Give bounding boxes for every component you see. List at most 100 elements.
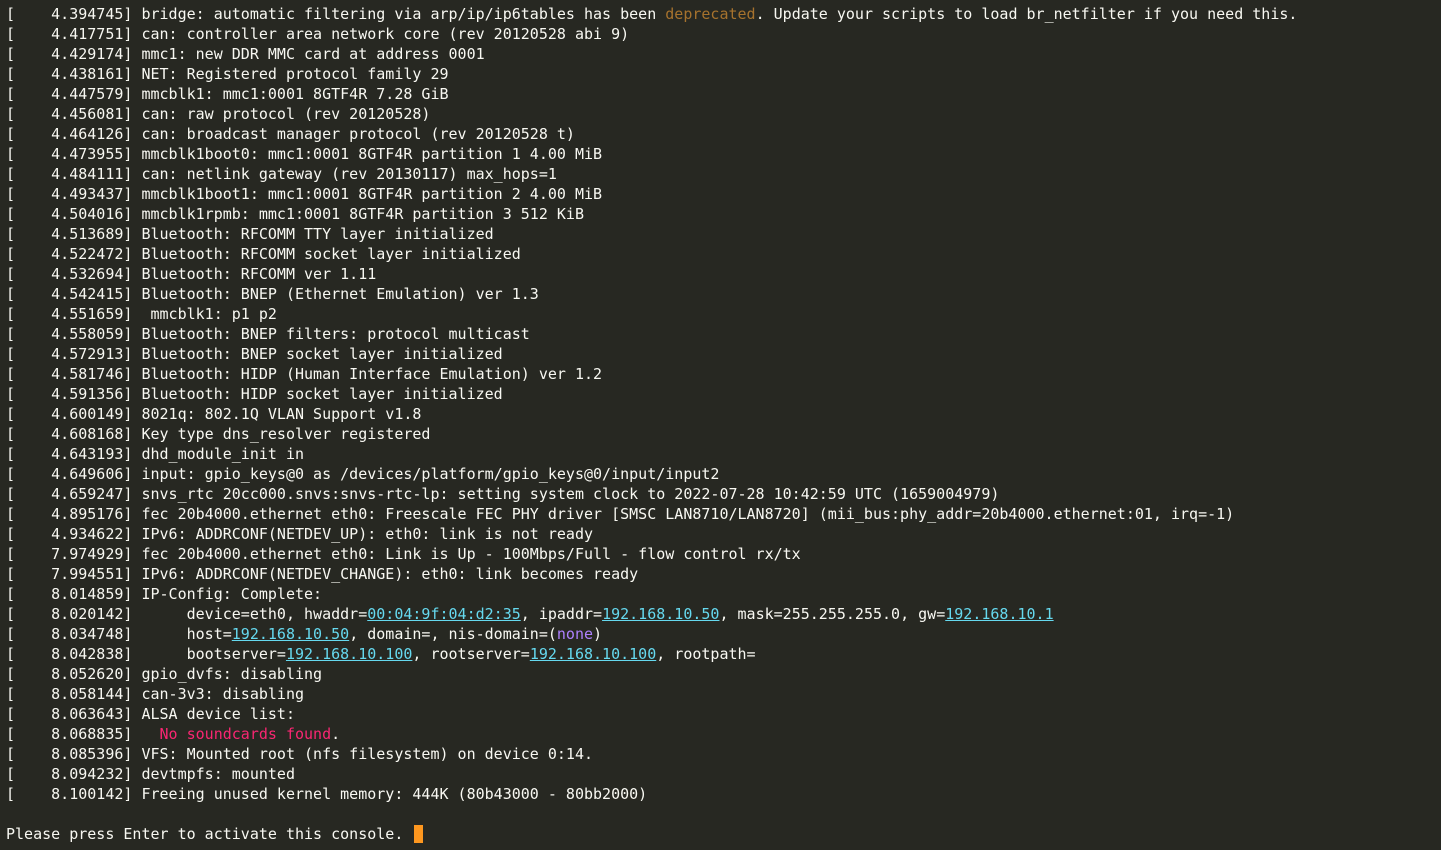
timestamp: 4.394745 [15, 5, 123, 23]
log-line: [ 4.456081] can: raw protocol (rev 20120… [6, 104, 1435, 124]
bracket-open: [ [6, 345, 15, 363]
log-segment: snvs_rtc 20cc000.snvs:snvs-rtc-lp: setti… [141, 485, 999, 503]
bracket-close: ] [123, 365, 141, 383]
log-line: [ 4.484111] can: netlink gateway (rev 20… [6, 164, 1435, 184]
log-line: [ 8.052620] gpio_dvfs: disabling [6, 664, 1435, 684]
log-segment: , rootpath= [656, 645, 755, 663]
bracket-open: [ [6, 545, 15, 563]
log-segment: NET: Registered protocol family 29 [141, 65, 448, 83]
bracket-open: [ [6, 625, 15, 643]
console-prompt-text: Please press Enter to activate this cons… [6, 825, 412, 843]
bracket-close: ] [123, 265, 141, 283]
log-line: [ 4.572913] Bluetooth: BNEP socket layer… [6, 344, 1435, 364]
bracket-close: ] [123, 205, 141, 223]
console-prompt-line[interactable]: Please press Enter to activate this cons… [6, 824, 1435, 844]
bracket-open: [ [6, 565, 15, 583]
log-segment [141, 725, 159, 743]
log-segment: mmcblk1rpmb: mmc1:0001 8GTF4R partition … [141, 205, 584, 223]
log-segment: can: raw protocol (rev 20120528) [141, 105, 430, 123]
log-segment: Bluetooth: BNEP socket layer initialized [141, 345, 502, 363]
timestamp: 4.572913 [15, 345, 123, 363]
timestamp: 4.591356 [15, 385, 123, 403]
bracket-close: ] [123, 125, 141, 143]
log-line: [ 4.438161] NET: Registered protocol fam… [6, 64, 1435, 84]
bracket-open: [ [6, 585, 15, 603]
timestamp: 4.493437 [15, 185, 123, 203]
timestamp: 8.058144 [15, 685, 123, 703]
log-segment: gpio_dvfs: disabling [141, 665, 322, 683]
log-line: [ 4.643193] dhd_module_init in [6, 444, 1435, 464]
timestamp: 4.464126 [15, 125, 123, 143]
log-line: [ 4.394745] bridge: automatic filtering … [6, 4, 1435, 24]
bracket-open: [ [6, 245, 15, 263]
log-segment: , rootserver= [412, 645, 529, 663]
bracket-open: [ [6, 125, 15, 143]
bracket-open: [ [6, 165, 15, 183]
log-segment: deprecated [665, 5, 755, 23]
log-segment: . [331, 725, 340, 743]
log-segment: 192.168.10.100 [286, 645, 412, 663]
log-segment: bridge: automatic filtering via arp/ip/i… [141, 5, 665, 23]
timestamp: 4.659247 [15, 485, 123, 503]
bracket-close: ] [123, 305, 141, 323]
bracket-close: ] [123, 465, 141, 483]
log-line: [ 4.493437] mmcblk1boot1: mmc1:0001 8GTF… [6, 184, 1435, 204]
bracket-open: [ [6, 645, 15, 663]
bracket-close: ] [123, 705, 141, 723]
log-segment: Bluetooth: HIDP (Human Interface Emulati… [141, 365, 602, 383]
log-segment: mmc1: new DDR MMC card at address 0001 [141, 45, 484, 63]
timestamp: 8.063643 [15, 705, 123, 723]
log-segment: fec 20b4000.ethernet eth0: Link is Up - … [141, 545, 800, 563]
bracket-close: ] [123, 565, 141, 583]
bracket-open: [ [6, 325, 15, 343]
bracket-close: ] [123, 505, 141, 523]
terminal-output[interactable]: [ 4.394745] bridge: automatic filtering … [0, 0, 1441, 848]
bracket-close: ] [123, 425, 141, 443]
log-segment: Bluetooth: BNEP (Ethernet Emulation) ver… [141, 285, 538, 303]
log-line: [ 8.020142] device=eth0, hwaddr=00:04:9f… [6, 604, 1435, 624]
log-segment: ) [593, 625, 602, 643]
timestamp: 4.934622 [15, 525, 123, 543]
log-line: [ 8.063643] ALSA device list: [6, 704, 1435, 724]
bracket-close: ] [123, 745, 141, 763]
bracket-open: [ [6, 385, 15, 403]
bracket-open: [ [6, 365, 15, 383]
bracket-close: ] [123, 765, 141, 783]
bracket-open: [ [6, 465, 15, 483]
blank-line [6, 804, 1435, 824]
bracket-open: [ [6, 265, 15, 283]
bracket-close: ] [123, 145, 141, 163]
bracket-open: [ [6, 65, 15, 83]
bracket-close: ] [123, 605, 141, 623]
log-line: [ 4.417751] can: controller area network… [6, 24, 1435, 44]
timestamp: 4.484111 [15, 165, 123, 183]
timestamp: 4.447579 [15, 85, 123, 103]
bracket-open: [ [6, 665, 15, 683]
log-segment: can-3v3: disabling [141, 685, 304, 703]
log-line: [ 4.532694] Bluetooth: RFCOMM ver 1.11 [6, 264, 1435, 284]
log-line: [ 4.513689] Bluetooth: RFCOMM TTY layer … [6, 224, 1435, 244]
log-line: [ 8.085396] VFS: Mounted root (nfs files… [6, 744, 1435, 764]
log-line: [ 4.551659] mmcblk1: p1 p2 [6, 304, 1435, 324]
log-segment: Bluetooth: RFCOMM TTY layer initialized [141, 225, 493, 243]
log-segment: devtmpfs: mounted [141, 765, 295, 783]
bracket-close: ] [123, 25, 141, 43]
bracket-open: [ [6, 25, 15, 43]
log-line: [ 8.068835] No soundcards found. [6, 724, 1435, 744]
log-segment: dhd_module_init in [141, 445, 304, 463]
log-segment: Bluetooth: RFCOMM socket layer initializ… [141, 245, 520, 263]
bracket-close: ] [123, 625, 141, 643]
log-segment: , domain=, nis-domain=( [349, 625, 557, 643]
bracket-close: ] [123, 85, 141, 103]
timestamp: 8.068835 [15, 725, 123, 743]
bracket-open: [ [6, 405, 15, 423]
bracket-close: ] [123, 785, 141, 803]
bracket-close: ] [123, 105, 141, 123]
log-segment: 00:04:9f:04:d2:35 [367, 605, 521, 623]
timestamp: 4.581746 [15, 365, 123, 383]
log-segment: IPv6: ADDRCONF(NETDEV_UP): eth0: link is… [141, 525, 593, 543]
log-segment: host= [141, 625, 231, 643]
log-line: [ 4.895176] fec 20b4000.ethernet eth0: F… [6, 504, 1435, 524]
bracket-close: ] [123, 385, 141, 403]
log-line: [ 8.042838] bootserver=192.168.10.100, r… [6, 644, 1435, 664]
